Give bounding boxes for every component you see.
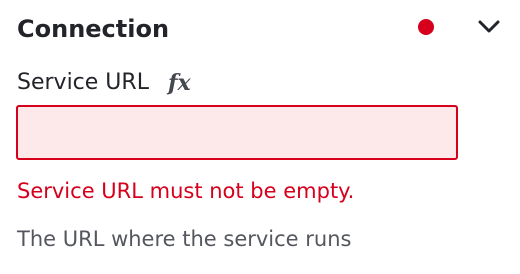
chevron-down-icon	[478, 20, 500, 33]
service-url-input[interactable]	[16, 105, 458, 160]
section-header[interactable]: Connection	[0, 0, 520, 58]
validation-error-message: Service URL must not be empty.	[17, 179, 355, 203]
collapse-toggle-button[interactable]	[474, 12, 504, 42]
fx-expression-icon[interactable]: fx	[168, 68, 191, 98]
error-status-dot	[418, 19, 434, 35]
connection-panel: Connection Service URL fx Service URL mu…	[0, 0, 520, 274]
service-url-label: Service URL	[17, 70, 149, 95]
field-label-row: Service URL fx	[17, 68, 191, 98]
section-title: Connection	[17, 15, 170, 43]
field-help-text: The URL where the service runs	[17, 227, 352, 251]
